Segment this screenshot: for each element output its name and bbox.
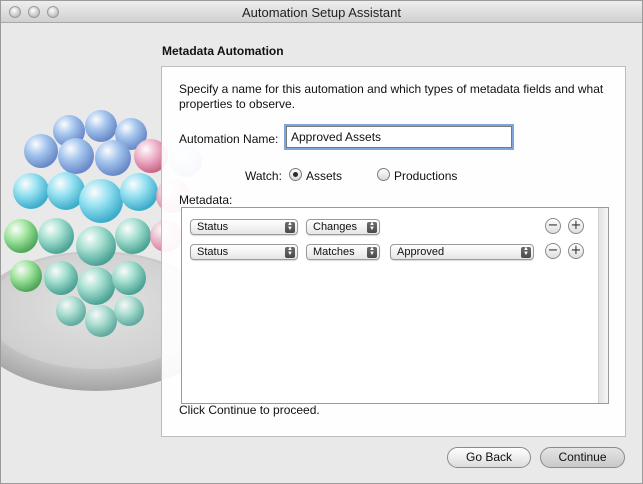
minus-circle-icon: − xyxy=(547,218,559,233)
plus-circle-icon: + xyxy=(570,218,582,233)
up-down-arrows-icon: ▲ ▼ xyxy=(285,246,295,258)
watch-productions-radio[interactable] xyxy=(377,168,390,181)
up-down-arrows-icon: ▲ ▼ xyxy=(367,221,377,233)
field-popup-value: Status xyxy=(197,221,229,233)
watch-assets-radio[interactable] xyxy=(289,168,302,181)
operator-popup-row1[interactable]: Changes ▲ ▼ xyxy=(306,219,380,235)
value-popup-row2[interactable]: Approved ▲ ▼ xyxy=(390,244,534,260)
title-bar: Automation Setup Assistant xyxy=(1,1,642,23)
up-down-arrows-icon: ▲ ▼ xyxy=(521,246,531,258)
up-down-arrows-icon: ▲ ▼ xyxy=(367,246,377,258)
watch-productions-label[interactable]: Productions xyxy=(394,169,457,183)
field-popup-value: Status xyxy=(197,246,229,258)
watch-label: Watch: xyxy=(245,169,282,183)
plus-circle-icon: + xyxy=(570,243,582,258)
value-popup-value: Approved xyxy=(397,246,445,258)
content-panel: Specify a name for this automation and w… xyxy=(161,66,626,437)
add-row1-button[interactable]: + xyxy=(568,218,584,234)
operator-popup-value: Changes xyxy=(313,221,358,233)
go-back-button[interactable]: Go Back xyxy=(447,447,531,468)
metadata-label: Metadata: xyxy=(179,193,233,207)
remove-row1-button[interactable]: − xyxy=(545,218,561,234)
remove-row2-button[interactable]: − xyxy=(545,243,561,259)
up-down-arrows-icon: ▲ ▼ xyxy=(285,221,295,233)
intro-text: Specify a name for this automation and w… xyxy=(179,82,604,111)
operator-popup-value: Matches xyxy=(313,246,355,258)
window-title: Automation Setup Assistant xyxy=(242,5,401,20)
watch-assets-label[interactable]: Assets xyxy=(306,169,342,183)
continue-button[interactable]: Continue xyxy=(540,447,625,468)
continue-note: Click Continue to proceed. xyxy=(179,403,320,417)
automation-name-input[interactable] xyxy=(286,126,512,148)
operator-popup-row2[interactable]: Matches ▲ ▼ xyxy=(306,244,380,260)
automation-name-label: Automation Name: xyxy=(179,132,279,146)
field-popup-row2[interactable]: Status ▲ ▼ xyxy=(190,244,298,260)
metadata-rules-list: Status ▲ ▼ Changes ▲ ▼ − + Status ▲ ▼ Match… xyxy=(181,207,609,404)
list-scrollbar[interactable] xyxy=(598,208,608,403)
field-popup-row1[interactable]: Status ▲ ▼ xyxy=(190,219,298,235)
setup-assistant-window: Automation Setup Assistant Metadata Auto… xyxy=(0,0,643,484)
minus-circle-icon: − xyxy=(547,243,559,258)
add-row2-button[interactable]: + xyxy=(568,243,584,259)
pane-title: Metadata Automation xyxy=(162,44,284,58)
